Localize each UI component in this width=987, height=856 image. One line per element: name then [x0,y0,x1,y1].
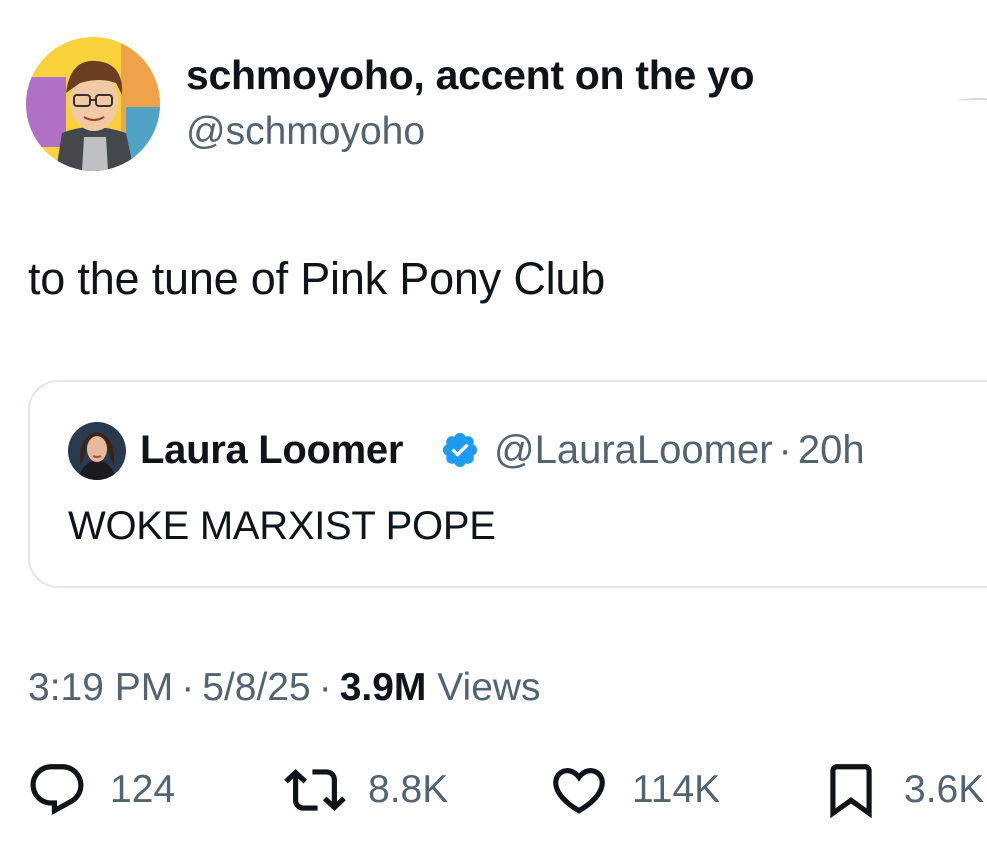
tweet-time[interactable]: 3:19 PM [28,666,173,709]
like-count: 114K [632,768,721,811]
tweet-text: to the tune of Pink Pony Club [28,253,606,304]
retweet-count: 8.8K [368,768,449,811]
quoted-tweet-card[interactable]: Laura Loomer @LauraLoomer · 20h WOKE MARXI… [28,380,987,588]
bookmark-count: 3.6K [904,768,985,811]
quoted-tweet-age[interactable]: 20h [798,428,865,472]
bookmark-icon [830,764,872,819]
views-count: 3.9M [339,666,427,709]
heart-icon [553,768,605,814]
menu-edge-mark [958,98,987,104]
action-bar: 124 8.8K 114K 3.6K [0,755,987,825]
tweet-metadata: 3:19 PM · 5/8/25 · 3.9M Views [28,666,541,710]
quoted-author-handle[interactable]: @LauraLoomer [494,428,773,472]
quoted-author-name[interactable]: Laura Loomer [140,428,403,473]
separator-dot: · [181,666,195,709]
like-button[interactable]: 114K [548,755,720,825]
verified-badge-icon [440,430,480,470]
quoted-author-avatar[interactable] [68,422,126,480]
author-handle[interactable]: @schmoyoho [186,110,425,154]
separator-dot: · [318,666,332,709]
views-label: Views [437,666,541,709]
separator-dot: · [778,428,792,472]
bookmark-button[interactable]: 3.6K [820,755,984,825]
retweet-icon [284,769,346,811]
retweet-button[interactable]: 8.8K [284,755,448,825]
tweet-date[interactable]: 5/8/25 [202,666,310,709]
author-avatar[interactable] [26,37,160,171]
reply-button[interactable]: 124 [26,755,175,825]
reply-icon [30,764,84,816]
quoted-handle-line: @LauraLoomer · 20h [494,428,865,473]
cartoon-avatar-icon [26,37,160,171]
reply-count: 124 [110,768,176,811]
quoted-tweet-text: WOKE MARXIST POPE [68,504,496,548]
author-display-name[interactable]: schmoyoho, accent on the yo [186,52,755,99]
profile-photo-icon [68,422,126,480]
